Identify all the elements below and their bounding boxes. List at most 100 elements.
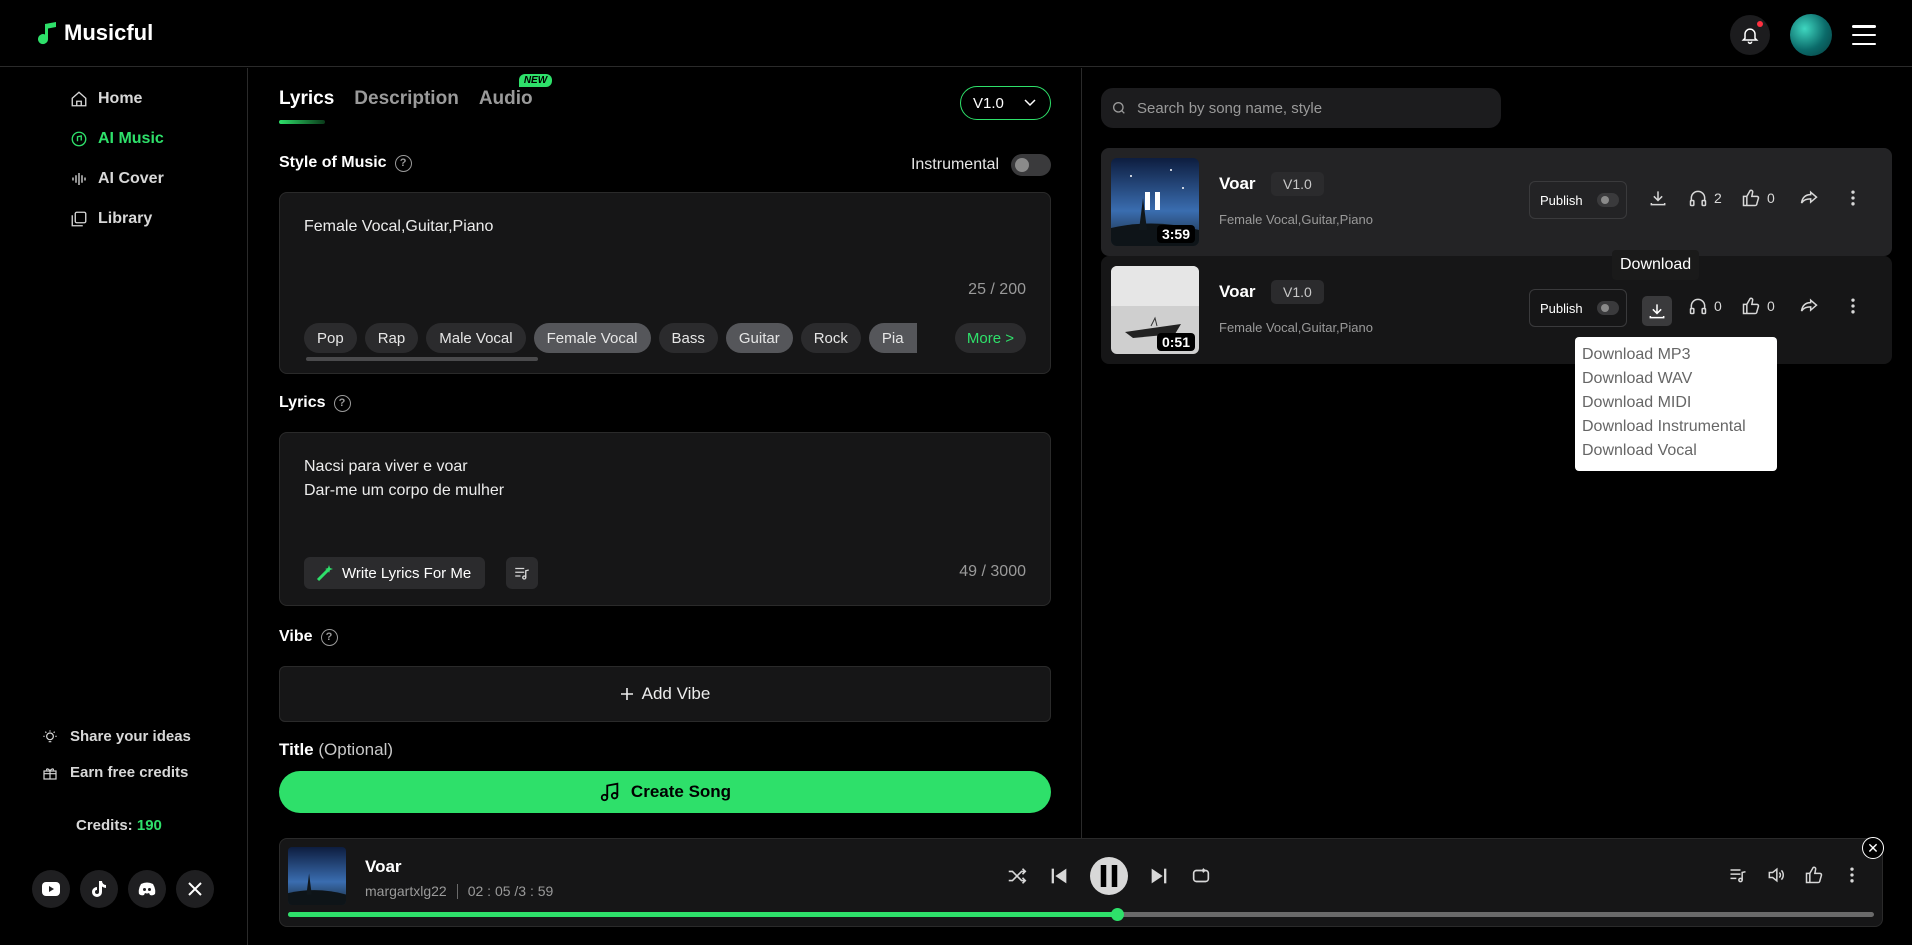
search-input[interactable]: Search by song name, style xyxy=(1101,88,1501,128)
player-user[interactable]: margartxlg22 xyxy=(365,883,447,899)
hamburger-menu-icon[interactable] xyxy=(1852,25,1876,45)
repeat-icon[interactable] xyxy=(1190,865,1212,887)
song-cover[interactable]: 3:59 xyxy=(1111,158,1199,246)
chip-bass[interactable]: Bass xyxy=(658,323,718,353)
like-button[interactable]: 0 xyxy=(1741,296,1775,316)
vibe-label: Vibe ? xyxy=(279,628,338,646)
more-styles-button[interactable]: More > xyxy=(954,323,1026,353)
song-style: Female Vocal,Guitar,Piano xyxy=(1219,212,1373,227)
style-input[interactable]: Female Vocal,Guitar,Piano xyxy=(304,215,493,239)
sidebar-item-home[interactable]: Home xyxy=(70,90,142,108)
style-chips: Pop Rap Male Vocal Female Vocal Bass Gui… xyxy=(304,323,917,353)
player-cover[interactable] xyxy=(288,847,346,905)
download-tooltip: Download xyxy=(1612,250,1700,280)
song-title[interactable]: Voar xyxy=(1219,282,1256,302)
lyrics-input[interactable]: Nacsi para viver e voar Dar-me um corpo … xyxy=(304,455,504,503)
tab-audio[interactable]: Audio NEW xyxy=(479,74,553,110)
download-instrumental-option[interactable]: Download Instrumental xyxy=(1582,415,1770,439)
share-ideas-link[interactable]: Share your ideas xyxy=(42,728,191,745)
more-vertical-icon xyxy=(1851,298,1855,314)
help-icon[interactable]: ? xyxy=(394,154,412,172)
progress-bar[interactable] xyxy=(288,908,1874,921)
more-vertical-icon xyxy=(1851,190,1855,206)
library-icon xyxy=(71,211,87,227)
plus-icon xyxy=(620,688,633,700)
play-pause-button[interactable] xyxy=(1090,857,1128,895)
more-vertical-icon[interactable] xyxy=(1842,865,1862,885)
more-options-button[interactable] xyxy=(1843,188,1863,208)
earn-credits-link[interactable]: Earn free credits xyxy=(42,764,188,781)
publish-toggle[interactable]: Publish xyxy=(1529,289,1627,327)
help-icon[interactable]: ? xyxy=(333,394,351,412)
download-mp3-option[interactable]: Download MP3 xyxy=(1582,343,1770,367)
share-icon xyxy=(1800,190,1818,204)
x-twitter-icon[interactable] xyxy=(176,870,214,908)
song-style: Female Vocal,Guitar,Piano xyxy=(1219,320,1373,335)
close-player-icon[interactable]: ✕ xyxy=(1862,837,1884,859)
help-icon[interactable]: ? xyxy=(320,628,338,646)
next-icon[interactable] xyxy=(1148,865,1170,887)
song-cover[interactable]: 0:51 xyxy=(1111,266,1199,354)
add-vibe-button[interactable]: Add Vibe xyxy=(279,666,1051,722)
song-duration: 3:59 xyxy=(1156,225,1195,243)
song-version-tag: V1.0 xyxy=(1271,172,1324,196)
pause-overlay-icon[interactable] xyxy=(1145,192,1160,210)
shuffle-icon[interactable] xyxy=(1006,865,1028,887)
bell-icon xyxy=(1741,28,1759,45)
headphones-icon xyxy=(1689,190,1707,207)
song-card[interactable]: 3:59 Voar V1.0 Female Vocal,Guitar,Piano… xyxy=(1101,148,1892,256)
like-button[interactable]: 0 xyxy=(1741,188,1775,208)
publish-toggle[interactable]: Publish xyxy=(1529,181,1627,219)
pause-icon xyxy=(1100,865,1118,887)
tab-description[interactable]: Description xyxy=(354,88,459,110)
share-button[interactable] xyxy=(1799,296,1819,316)
tab-lyrics[interactable]: Lyrics xyxy=(279,88,334,124)
chip-guitar[interactable]: Guitar xyxy=(725,323,793,353)
listens-count: 2 xyxy=(1688,188,1722,208)
music-note-icon xyxy=(38,22,56,45)
ai-music-icon xyxy=(71,131,87,147)
create-song-button[interactable]: Create Song xyxy=(279,771,1051,813)
write-lyrics-button[interactable]: Write Lyrics For Me xyxy=(304,557,486,589)
playlist-icon[interactable] xyxy=(1728,865,1748,885)
sidebar-item-library[interactable]: Library xyxy=(70,210,152,228)
download-button[interactable] xyxy=(1648,188,1668,208)
share-button[interactable] xyxy=(1799,188,1819,208)
notifications-button[interactable] xyxy=(1730,15,1770,55)
user-avatar[interactable] xyxy=(1790,14,1832,56)
chip-pop[interactable]: Pop xyxy=(304,323,357,353)
sidebar: Home AI Music AI Cover Library Share you… xyxy=(0,68,248,945)
music-notes-icon xyxy=(600,782,619,802)
download-vocal-option[interactable]: Download Vocal xyxy=(1582,439,1770,463)
download-wav-option[interactable]: Download WAV xyxy=(1582,367,1770,391)
youtube-icon[interactable] xyxy=(32,870,70,908)
chips-scrollbar[interactable] xyxy=(306,357,538,361)
song-title[interactable]: Voar xyxy=(1219,174,1256,194)
sidebar-item-ai-cover[interactable]: AI Cover xyxy=(70,170,164,188)
download-midi-option[interactable]: Download MIDI xyxy=(1582,391,1770,415)
download-button[interactable] xyxy=(1642,296,1672,326)
instrumental-toggle[interactable] xyxy=(1011,154,1051,176)
progress-knob[interactable] xyxy=(1111,908,1125,921)
discord-icon[interactable] xyxy=(128,870,166,908)
style-counter: 25 / 200 xyxy=(968,281,1026,298)
more-options-button[interactable] xyxy=(1843,296,1863,316)
playlist-music-icon xyxy=(515,567,529,580)
chip-piano[interactable]: Pia xyxy=(868,323,917,353)
lightbulb-icon xyxy=(43,729,57,742)
chip-rap[interactable]: Rap xyxy=(364,323,419,353)
volume-icon[interactable] xyxy=(1766,865,1786,885)
chip-male-vocal[interactable]: Male Vocal xyxy=(426,323,526,353)
player-meta: margartxlg22 02 : 05 /3 : 59 xyxy=(365,883,553,899)
sidebar-item-ai-music[interactable]: AI Music xyxy=(70,130,164,148)
tiktok-icon[interactable] xyxy=(80,870,118,908)
version-select[interactable]: V1.0 xyxy=(960,86,1051,120)
lyrics-format-button[interactable] xyxy=(506,557,538,589)
thumbs-up-icon xyxy=(1742,297,1760,315)
thumbs-up-icon[interactable] xyxy=(1804,865,1824,885)
chip-female-vocal[interactable]: Female Vocal xyxy=(533,323,651,353)
chip-rock[interactable]: Rock xyxy=(800,323,861,353)
lyrics-input-box: Nacsi para viver e voar Dar-me um corpo … xyxy=(279,432,1051,606)
previous-icon[interactable] xyxy=(1048,865,1070,887)
logo[interactable]: Musicful xyxy=(36,20,153,46)
